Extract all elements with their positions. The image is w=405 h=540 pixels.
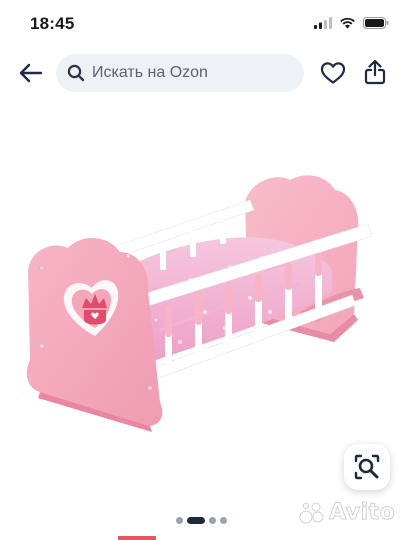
gallery-dot-active[interactable] bbox=[187, 517, 205, 524]
search-input[interactable]: Искать на Ozon bbox=[56, 54, 304, 92]
product-image[interactable] bbox=[0, 102, 405, 504]
favorite-button[interactable] bbox=[318, 58, 348, 88]
back-arrow-icon bbox=[19, 63, 43, 83]
image-search-icon bbox=[354, 454, 380, 480]
avito-watermark: Avito bbox=[298, 500, 396, 526]
signal-icon bbox=[314, 16, 332, 34]
status-time: 18:45 bbox=[30, 14, 75, 33]
wifi-icon bbox=[339, 16, 356, 34]
heart-icon bbox=[320, 62, 346, 84]
doll-cradle-photo bbox=[26, 175, 373, 432]
back-button[interactable] bbox=[14, 56, 48, 90]
status-bar: 18:45 bbox=[0, 0, 405, 46]
top-bar: Искать на Ozon bbox=[0, 46, 405, 102]
battery-icon bbox=[363, 16, 389, 34]
share-icon bbox=[364, 59, 386, 85]
bottom-edge-accent bbox=[118, 536, 156, 540]
gallery-dot[interactable] bbox=[209, 517, 216, 524]
image-search-button[interactable] bbox=[344, 444, 390, 490]
avito-logo-icon bbox=[299, 502, 324, 523]
gallery-indicator[interactable] bbox=[176, 517, 227, 524]
gallery-dot[interactable] bbox=[220, 517, 227, 524]
status-icons bbox=[314, 16, 389, 34]
gallery-dot[interactable] bbox=[176, 517, 183, 524]
search-icon bbox=[66, 63, 86, 83]
search-placeholder: Искать на Ozon bbox=[92, 64, 208, 81]
avito-watermark-text: Avito bbox=[328, 500, 396, 526]
share-button[interactable] bbox=[360, 56, 390, 88]
